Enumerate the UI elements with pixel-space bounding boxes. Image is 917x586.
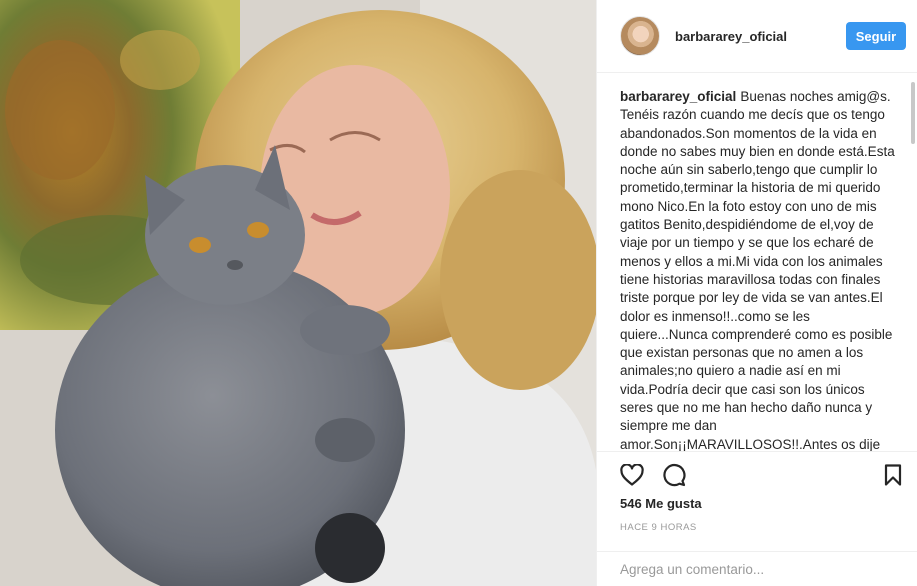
woman-hugging-gray-cat-image <box>0 0 596 586</box>
caption-container[interactable]: barbararey_oficial Buenas noches amig@s. … <box>597 74 917 451</box>
avatar[interactable] <box>620 16 660 56</box>
comment-input[interactable] <box>620 562 890 577</box>
comment-bar <box>597 551 917 586</box>
post-photo[interactable] <box>0 0 596 586</box>
caption-username-link[interactable]: barbararey_oficial <box>620 89 736 104</box>
post-header: barbararey_oficial Seguir <box>597 0 917 73</box>
caption-scrollbar[interactable] <box>911 82 915 144</box>
post-side-panel: barbararey_oficial Seguir barbararey_ofi… <box>596 0 917 586</box>
caption-text: Buenas noches amig@s. Tenéis razón cuand… <box>620 89 895 451</box>
heart-icon[interactable] <box>617 460 647 490</box>
bookmark-icon[interactable] <box>878 460 908 490</box>
post-timestamp[interactable]: HACE 9 HORAS <box>620 522 697 533</box>
follow-button[interactable]: Seguir <box>846 22 906 50</box>
username-link[interactable]: barbararey_oficial <box>675 29 787 44</box>
post-actions: 546 Me gusta HACE 9 HORAS <box>597 451 917 586</box>
speech-bubble-icon[interactable] <box>659 460 689 490</box>
caption: barbararey_oficial Buenas noches amig@s. … <box>620 88 896 451</box>
instagram-post: barbararey_oficial Seguir barbararey_ofi… <box>0 0 917 586</box>
likes-count[interactable]: 546 Me gusta <box>620 496 702 511</box>
